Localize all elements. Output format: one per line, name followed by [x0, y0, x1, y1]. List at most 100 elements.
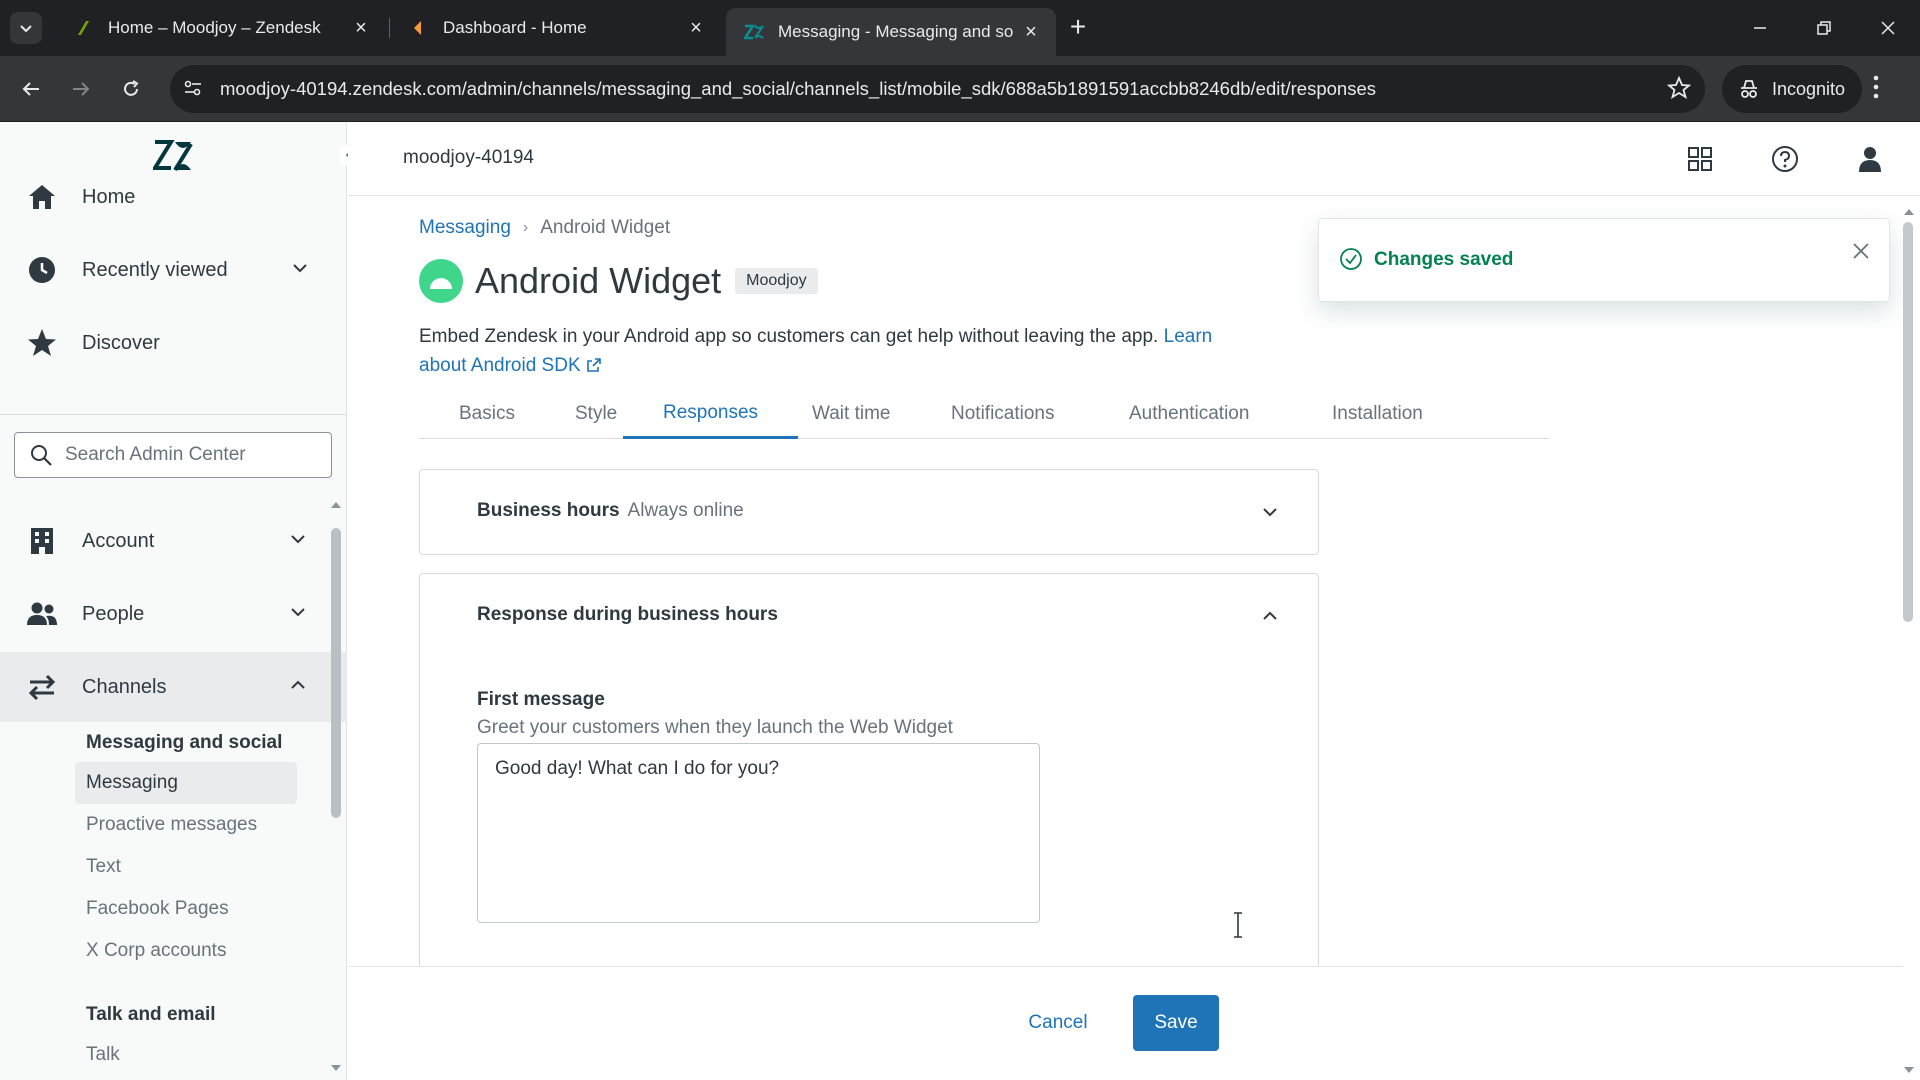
tab-authentication[interactable]: Authentication — [1089, 389, 1289, 439]
tab-separator — [389, 18, 390, 38]
close-window-button[interactable] — [1868, 10, 1908, 46]
chevron-up-icon[interactable] — [1260, 606, 1280, 631]
browser-tab-messaging[interactable]: Messaging - Messaging and so × — [726, 8, 1056, 56]
home-icon — [26, 181, 58, 213]
browser-toolbar: moodjoy-40194.zendesk.com/admin/channels… — [0, 56, 1920, 122]
chevron-down-icon[interactable] — [1260, 502, 1280, 527]
sidebar-item-recently-viewed[interactable]: Recently viewed — [0, 235, 347, 305]
scroll-down-arrow-icon[interactable] — [330, 1060, 342, 1078]
sidebar-item-label: Discover — [82, 331, 160, 354]
response-business-hours-card: Response during business hours First mes… — [419, 573, 1319, 993]
search-icon — [31, 445, 52, 466]
restore-window-button[interactable] — [1804, 10, 1844, 46]
tab-search-button[interactable] — [10, 12, 42, 44]
chevron-down-icon — [289, 530, 307, 554]
browser-tab-dashboard[interactable]: Dashboard - Home × — [391, 8, 721, 48]
arrow-left-icon — [22, 82, 39, 96]
incognito-label: Incognito — [1772, 78, 1846, 99]
admin-search-field[interactable] — [14, 432, 332, 478]
zendesk-favicon-icon — [74, 19, 92, 37]
sidebar-item-channels[interactable]: Channels — [0, 652, 347, 722]
cancel-button[interactable]: Cancel — [1008, 995, 1108, 1051]
tab-title: Messaging - Messaging and so — [778, 22, 1014, 41]
restore-icon — [1817, 21, 1831, 35]
chevron-down-icon — [20, 25, 32, 33]
subnav-item-proactive-messages[interactable]: Proactive messages — [75, 804, 297, 846]
tab-title: Dashboard - Home — [443, 18, 587, 37]
browser-tab-home[interactable]: Home – Moodjoy – Zendesk × — [56, 8, 386, 48]
admin-center-app: Home Recently viewed Discover Search Adm… — [0, 122, 1920, 1080]
back-button[interactable] — [14, 72, 48, 106]
reload-button[interactable] — [114, 72, 148, 106]
footer-action-bar: Cancel Save — [348, 966, 1903, 1080]
save-button[interactable]: Save — [1133, 995, 1219, 1051]
page-scroll-up-icon[interactable] — [1903, 204, 1915, 222]
close-tab-icon[interactable]: × — [350, 17, 372, 39]
toast-message: Changes saved — [1374, 249, 1514, 270]
breadcrumb-messaging-link[interactable]: Messaging — [419, 217, 511, 239]
page-title: Android Widget — [475, 260, 722, 301]
subdomain-label: moodjoy-40194 — [403, 147, 534, 168]
page-description: Embed Zendesk in your Android app so cus… — [419, 322, 1239, 380]
chevron-down-icon — [289, 603, 307, 627]
widget-chat-icon — [419, 259, 463, 303]
product-tray-icon[interactable] — [1685, 144, 1715, 174]
minimize-icon — [1754, 27, 1766, 29]
sidebar-item-label: Home — [82, 185, 136, 208]
close-tab-icon[interactable]: × — [685, 17, 707, 39]
address-bar[interactable]: moodjoy-40194.zendesk.com/admin/channels… — [170, 65, 1705, 113]
sidebar-item-account[interactable]: Account — [0, 506, 347, 576]
page-scroll-down-icon[interactable] — [1903, 1062, 1915, 1080]
tab-installation[interactable]: Installation — [1292, 389, 1463, 439]
subnav-item-talk[interactable]: Talk — [75, 1034, 297, 1076]
url-text: moodjoy-40194.zendesk.com/admin/channels… — [220, 78, 1376, 99]
settings-tabs: Basics Style Responses Wait time Notific… — [419, 389, 1549, 439]
sidebar-item-label: Recently viewed — [82, 258, 228, 281]
business-hours-heading: Business hours Always online — [477, 500, 744, 521]
user-avatar-icon[interactable] — [1855, 144, 1885, 174]
star-icon — [26, 327, 58, 359]
minimize-window-button[interactable] — [1740, 10, 1780, 46]
breadcrumb-current: Android Widget — [540, 217, 671, 238]
tab-title: Home – Moodjoy – Zendesk — [108, 18, 321, 37]
site-settings-icon[interactable] — [182, 77, 204, 104]
subnav-item-x-corp-accounts[interactable]: X Corp accounts — [75, 930, 297, 972]
subnav-item-text[interactable]: Text — [75, 846, 297, 888]
response-section-heading: Response during business hours — [477, 604, 778, 625]
brand-tag: Moodjoy — [735, 268, 818, 294]
forward-button[interactable] — [64, 72, 98, 106]
subnav-item-facebook-pages[interactable]: Facebook Pages — [75, 888, 297, 930]
sidebar-scrollbar-thumb[interactable] — [331, 528, 341, 818]
bookmark-star-icon[interactable] — [1666, 75, 1692, 105]
close-icon — [1881, 21, 1895, 35]
sidebar-item-label: People — [82, 602, 145, 625]
building-icon — [26, 525, 58, 557]
sidebar-item-home[interactable]: Home — [0, 162, 347, 232]
tab-notifications[interactable]: Notifications — [911, 389, 1095, 439]
page-title-row: Android Widget Moodjoy — [419, 259, 818, 303]
breadcrumb-separator-icon: › — [522, 219, 529, 236]
sidebar-item-discover[interactable]: Discover — [0, 308, 347, 378]
subnav-heading-messaging-and-social: Messaging and social — [86, 732, 283, 753]
incognito-icon — [1741, 80, 1757, 98]
breadcrumb: Messaging › Android Widget — [419, 217, 670, 239]
tab-wait-time[interactable]: Wait time — [772, 389, 930, 439]
incognito-indicator[interactable]: Incognito — [1722, 65, 1862, 113]
browser-menu-icon[interactable] — [1872, 74, 1880, 105]
subnav-heading-talk-and-email: Talk and email — [86, 1004, 216, 1025]
help-icon[interactable] — [1770, 144, 1800, 174]
scroll-up-arrow-icon[interactable] — [330, 497, 342, 515]
search-input[interactable] — [65, 444, 325, 466]
business-hours-card[interactable]: Business hours Always online — [419, 469, 1319, 555]
first-message-textarea[interactable]: Good day! What can I do for you? — [477, 743, 1040, 923]
page-scrollbar-thumb[interactable] — [1903, 222, 1913, 622]
main-content: Messaging › Android Widget Android Widge… — [348, 197, 1903, 1080]
close-toast-icon[interactable] — [1851, 241, 1871, 266]
sidebar-item-people[interactable]: People — [0, 579, 347, 649]
close-tab-icon[interactable]: × — [1020, 21, 1042, 43]
top-header: moodjoy-40194 — [348, 122, 1920, 196]
arrow-right-icon — [73, 82, 90, 96]
new-tab-button[interactable]: + — [1064, 13, 1092, 42]
channels-icon — [26, 671, 58, 703]
subnav-item-messaging[interactable]: Messaging — [75, 762, 297, 804]
